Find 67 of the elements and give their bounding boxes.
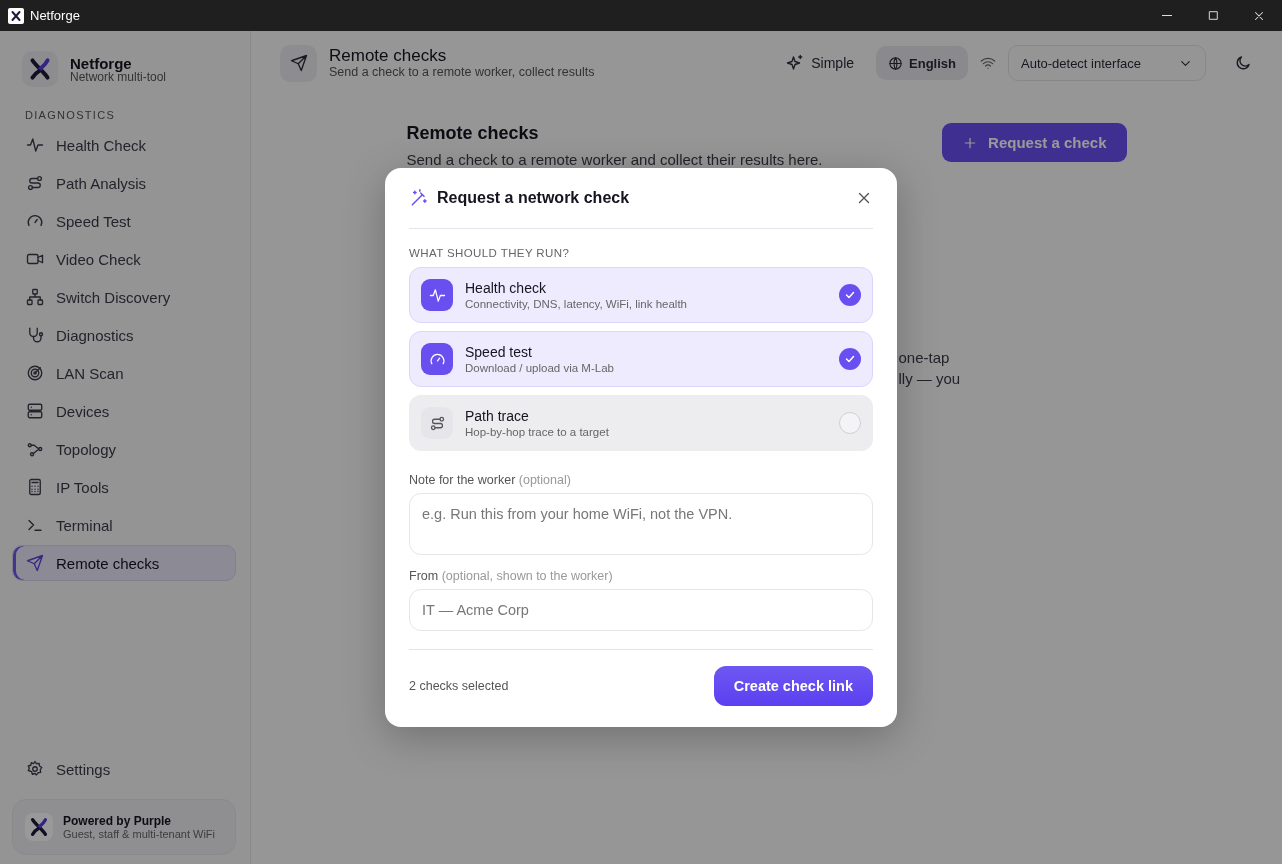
server-icon xyxy=(26,402,44,420)
radar-icon xyxy=(26,364,44,382)
wifi-icon xyxy=(980,55,996,71)
check-option[interactable]: Path trace Hop-by-hop trace to a target xyxy=(409,395,873,451)
sidebar-item[interactable]: Switch Discovery xyxy=(12,279,236,315)
send-icon xyxy=(26,554,44,572)
promo-card[interactable]: Powered by Purple Guest, staff & multi-tenant WiFi xyxy=(12,799,236,855)
sparkle-icon xyxy=(786,54,805,72)
sidebar-item[interactable]: Terminal xyxy=(12,507,236,543)
simple-mode-button[interactable]: Simple xyxy=(776,45,865,81)
field-label: Note for the worker (optional) xyxy=(409,473,572,487)
body-text: one-tap xyxy=(898,349,950,366)
maximize-icon xyxy=(1206,9,1220,22)
sidebar-item[interactable]: Diagnostics xyxy=(12,317,236,353)
section-heading: DIAGNOSTICS xyxy=(25,109,117,121)
route-icon xyxy=(26,174,44,192)
app-logo-icon xyxy=(8,7,24,24)
option-title: Speed test xyxy=(465,344,533,360)
sidebar-item[interactable]: IP Tools xyxy=(12,469,236,505)
magic-wand-icon xyxy=(409,188,429,208)
dialog-title: Request a network check xyxy=(437,189,631,207)
option-title: Health check xyxy=(465,280,547,296)
topology-icon xyxy=(26,440,44,458)
settings-icon xyxy=(26,760,44,778)
pulse-icon xyxy=(26,136,44,154)
from-field[interactable]: IT — Acme Corp xyxy=(409,589,873,631)
pulse-icon xyxy=(428,286,446,304)
promo-subtitle: Guest, staff & multi-tenant WiFi xyxy=(63,828,215,840)
request-check-button[interactable]: Request a check xyxy=(942,123,1127,162)
sidebar-item[interactable]: Path Analysis xyxy=(12,165,236,201)
option-description: Download / upload via M-Lab xyxy=(465,362,615,374)
check-option[interactable]: Health check Connectivity, DNS, latency, WiFi, link health xyxy=(409,267,873,323)
sidebar-item[interactable]: Topology xyxy=(12,431,236,467)
sidebar-item[interactable]: Video Check xyxy=(12,241,236,277)
section-title: Remote checks xyxy=(406,123,540,144)
logo-icon xyxy=(28,816,50,838)
calculator-icon xyxy=(26,478,44,496)
sidebar-item[interactable]: Remote checks xyxy=(12,545,236,581)
check-option[interactable]: Speed test Download / upload via M-Lab xyxy=(409,331,873,387)
sidebar-item[interactable]: Health Check xyxy=(12,127,236,163)
send-icon xyxy=(289,54,308,72)
window-title: Netforge xyxy=(30,8,81,23)
network-icon xyxy=(26,288,44,306)
section-description: Send a check to a remote worker and collect their results here. xyxy=(406,151,823,168)
language-button[interactable]: English xyxy=(876,46,968,80)
page-title: Remote checks xyxy=(329,47,448,65)
option-description: Connectivity, DNS, latency, WiFi, link health xyxy=(465,298,688,310)
sidebar-item[interactable]: LAN Scan xyxy=(12,355,236,391)
globe-icon xyxy=(888,55,904,71)
route-icon xyxy=(428,414,446,432)
create-link-button[interactable]: Create check link xyxy=(713,666,873,706)
settings-item[interactable]: Settings xyxy=(12,751,236,787)
moon-icon xyxy=(1234,54,1252,72)
option-description: Hop-by-hop trace to a target xyxy=(465,426,610,438)
note-field[interactable]: e.g. Run this from your home WiFi, not the VPN. xyxy=(409,493,873,555)
sidebar-item[interactable]: Speed Test xyxy=(12,203,236,239)
section-heading: WHAT SHOULD THEY RUN? xyxy=(409,247,571,259)
stethoscope-icon xyxy=(26,326,44,344)
page-subtitle: Send a check to a remote worker, collect results xyxy=(329,65,595,79)
app-name: Netforge xyxy=(70,55,133,71)
selection-count: 2 checks selected xyxy=(409,679,509,693)
option-title: Path trace xyxy=(465,408,530,424)
field-label: From (optional, shown to the worker) xyxy=(409,569,614,583)
body-text: lly — you xyxy=(898,370,961,387)
promo-title: Powered by Purple xyxy=(63,814,173,828)
sidebar-item[interactable]: Devices xyxy=(12,393,236,429)
interface-dropdown[interactable]: Auto-detect interface xyxy=(1008,45,1206,81)
